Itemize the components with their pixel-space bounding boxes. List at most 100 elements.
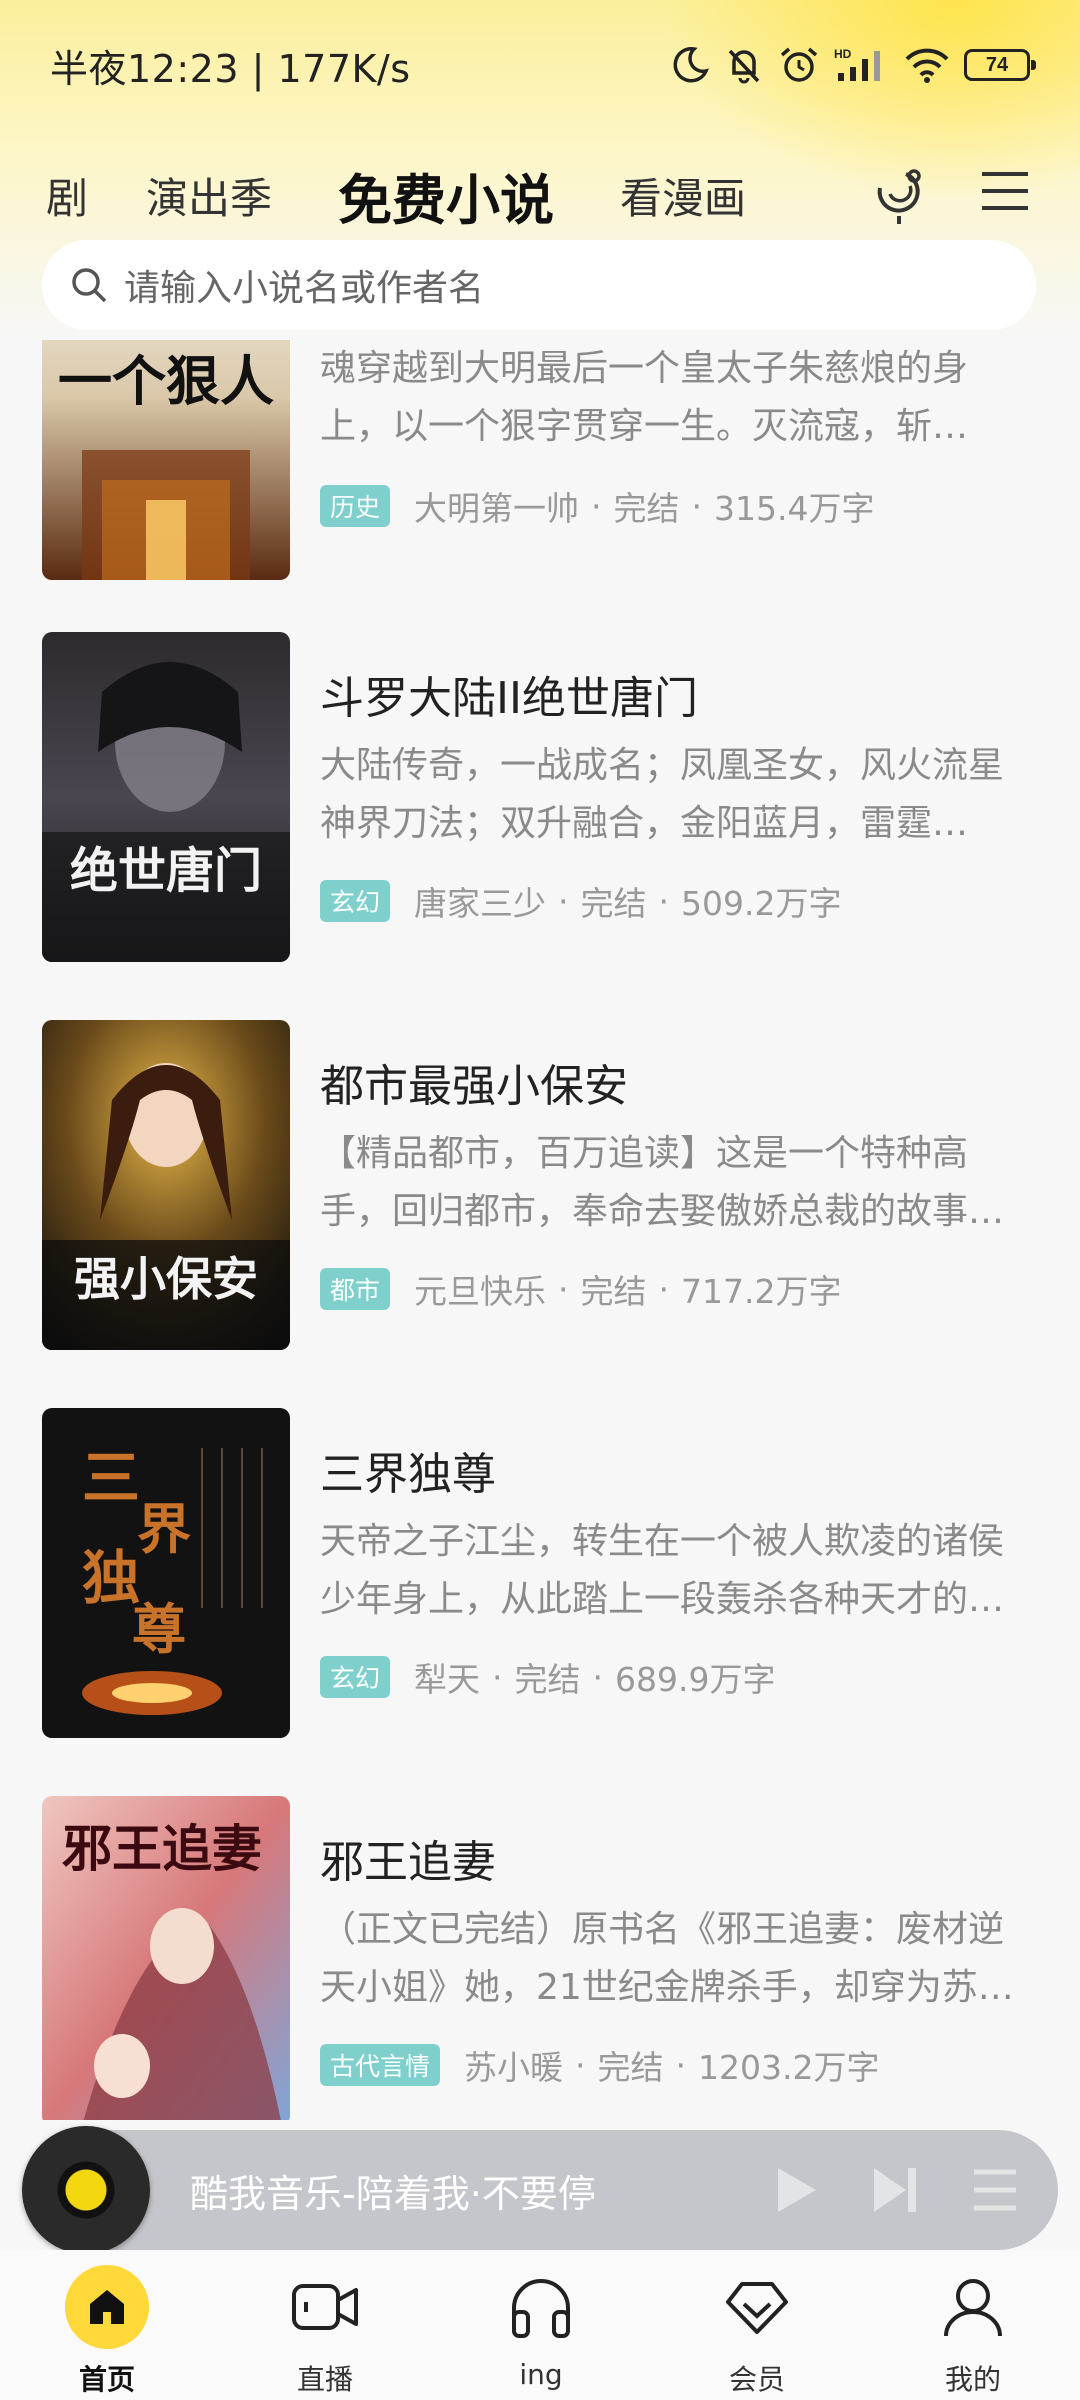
- author: 大明第一帅: [414, 489, 580, 528]
- author: 唐家三少: [414, 884, 547, 923]
- svg-text:三: 三: [82, 1444, 140, 1512]
- book-meta: 玄幻 犁天 · 完结 · 689.9万字: [320, 1653, 776, 1701]
- battery-icon: 74: [964, 49, 1036, 81]
- book-item[interactable]: 强小保安 都市最强小保安 【精品都市，百万追读】这是一个特种高手，回归都市，奉命…: [0, 1020, 1080, 1350]
- moon-icon: [673, 47, 709, 83]
- nav-label: ing: [519, 2358, 563, 2391]
- wifi-icon: [905, 48, 949, 83]
- status: 完结: [514, 1660, 581, 1699]
- book-item[interactable]: 绝世唐门 斗罗大陆II绝世唐门 大陆传奇，一战成名；凤凰圣女，风火流星神界刀法；…: [0, 632, 1080, 962]
- author: 犁天: [414, 1660, 481, 1699]
- battery-level: 74: [985, 53, 1009, 76]
- mini-player[interactable]: 酷我音乐-陪着我·不要停: [22, 2126, 1058, 2254]
- book-item[interactable]: 邪王追妻 邪王追妻 （正文已完结）原书名《邪王追妻：废材逆天小姐》她，21世纪金…: [0, 1796, 1080, 2120]
- status-time: 半夜12:23 | 177K/s: [50, 46, 411, 91]
- separator: ·: [591, 486, 602, 526]
- status: 完结: [580, 1272, 647, 1311]
- word-count: 689.9万字: [615, 1660, 776, 1699]
- nav-label: 首页: [78, 2363, 135, 2396]
- book-description: 【精品都市，百万追读】这是一个特种高手，回归都市，奉命去娶傲娇总裁的故事…: [320, 1133, 1005, 1232]
- alarm-icon: [780, 47, 818, 82]
- book-description: （正文已完结）原书名《邪王追妻：废材逆天小姐》她，21世纪金牌杀手，却穿为苏…: [320, 1909, 1014, 2008]
- status: 完结: [597, 2048, 664, 2087]
- book-description: 魂穿越到大明最后一个皇太子朱慈烺的身上，以一个狠字贯穿一生。灭流寇，斩…: [320, 348, 969, 447]
- cover-title: 绝世唐门: [70, 843, 262, 899]
- separator: ·: [558, 881, 569, 921]
- svg-text:界: 界: [137, 1497, 191, 1561]
- genre-tag: 都市: [320, 1268, 391, 1310]
- book-meta: 古代言情 苏小暖 · 完结 · 1203.2万字: [320, 2041, 879, 2089]
- nav-label: 直播: [296, 2363, 353, 2396]
- live-camera-icon: [292, 2284, 358, 2330]
- separator: ·: [492, 1657, 503, 1697]
- genre-tag: 玄幻: [320, 1656, 391, 1698]
- hd-signal-icon: HD: [834, 47, 880, 81]
- bottom-navigation: 首页 直播 ing 会员 我的: [0, 2250, 1080, 2400]
- album-disc-icon[interactable]: [22, 2126, 150, 2254]
- home-icon: [65, 2265, 149, 2349]
- genre-tag: 玄幻: [320, 880, 391, 922]
- search-placeholder: 请输入小说名或作者名: [124, 268, 485, 309]
- svg-text:HD: HD: [834, 47, 852, 61]
- cover-title: 强小保安: [74, 1252, 258, 1306]
- separator: ·: [558, 1269, 569, 1309]
- bell-off-icon: [728, 49, 760, 84]
- book-title: 邪王追妻: [320, 1837, 496, 1888]
- author: 元旦快乐: [414, 1272, 547, 1311]
- menu-icon[interactable]: [980, 166, 1030, 216]
- separator: ·: [658, 881, 670, 921]
- status: 完结: [580, 884, 647, 923]
- tab-label: 演出季: [146, 173, 273, 223]
- book-meta: 都市 元旦快乐 · 完结 · 717.2万字: [320, 1265, 842, 1313]
- word-count: 717.2万字: [681, 1272, 842, 1311]
- now-playing-title: 酷我音乐-陪着我·不要停: [190, 2171, 596, 2216]
- book-cover: 三 界 独 尊: [42, 1408, 290, 1738]
- book-cover: 一个狠人: [42, 340, 290, 580]
- book-meta: 历史 大明第一帅 · 完结 · 315.4万字: [320, 482, 875, 530]
- nav-live[interactable]: 直播: [250, 2250, 400, 2400]
- book-title: 斗罗大陆II绝世唐门: [320, 673, 698, 724]
- separator: ·: [592, 1657, 604, 1697]
- book-item[interactable]: 一个狠人 魂穿越到大明最后一个皇太子朱慈烺的身上，以一个狠字贯穿一生。灭流寇，斩…: [0, 340, 1080, 580]
- nav-label: 会员: [728, 2363, 785, 2396]
- word-count: 1203.2万字: [698, 2048, 880, 2087]
- word-count: 509.2万字: [681, 884, 842, 923]
- book-cover: 邪王追妻: [42, 1796, 290, 2120]
- separator: ·: [691, 486, 703, 526]
- book-meta: 玄幻 唐家三少 · 完结 · 509.2万字: [320, 877, 842, 925]
- nav-profile[interactable]: 我的: [898, 2250, 1048, 2400]
- tab-label: 剧: [46, 173, 89, 223]
- nav-label: 我的: [944, 2363, 1001, 2396]
- separator: ·: [675, 2045, 687, 2085]
- profile-icon: [944, 2279, 1002, 2337]
- genre-tag: 古代言情: [320, 2044, 441, 2086]
- next-track-icon[interactable]: [870, 2164, 920, 2216]
- book-description: 大陆传奇，一战成名；凤凰圣女，风火流星神界刀法；双升融合，金阳蓝月，雷霆…: [320, 745, 1005, 844]
- book-cover: 强小保安: [42, 1020, 290, 1350]
- search-input[interactable]: 请输入小说名或作者名: [42, 240, 1036, 330]
- status-icons: HD 74: [670, 45, 1036, 85]
- book-item[interactable]: 三 界 独 尊 三界独尊 天帝之子江尘，转生在一个被人欺凌的诸侯少年身上，从此踏…: [0, 1408, 1080, 1738]
- nav-home[interactable]: 首页: [32, 2250, 182, 2400]
- word-count: 315.4万字: [714, 489, 875, 528]
- playlist-icon[interactable]: [970, 2164, 1020, 2216]
- play-icon[interactable]: [770, 2164, 820, 2216]
- nav-vip[interactable]: 会员: [682, 2250, 832, 2400]
- book-title: 三界独尊: [320, 1449, 496, 1500]
- svg-text:尊: 尊: [132, 1597, 186, 1661]
- status: 完结: [613, 489, 680, 528]
- nav-ing[interactable]: ing: [466, 2250, 616, 2400]
- search-icon: [72, 268, 107, 303]
- tab-label: 看漫画: [620, 173, 747, 223]
- book-title: 都市最强小保安: [320, 1061, 628, 1112]
- cover-title: 一个狠人: [58, 349, 274, 413]
- tab-label: 免费小说: [338, 168, 554, 232]
- cover-title: 邪王追妻: [62, 1819, 262, 1878]
- voice-assistant-icon[interactable]: [870, 166, 928, 226]
- book-description: 天帝之子江尘，转生在一个被人欺凌的诸侯少年身上，从此踏上一段轰杀各种天才的…: [320, 1521, 1005, 1620]
- status-bar: 半夜12:23 | 177K/s HD 74: [0, 0, 1080, 130]
- separator: ·: [575, 2045, 586, 2085]
- novel-list: 一个狠人 魂穿越到大明最后一个皇太子朱慈烺的身上，以一个狠字贯穿一生。灭流寇，斩…: [0, 340, 1080, 2120]
- separator: ·: [658, 1269, 670, 1309]
- genre-tag: 历史: [320, 485, 391, 527]
